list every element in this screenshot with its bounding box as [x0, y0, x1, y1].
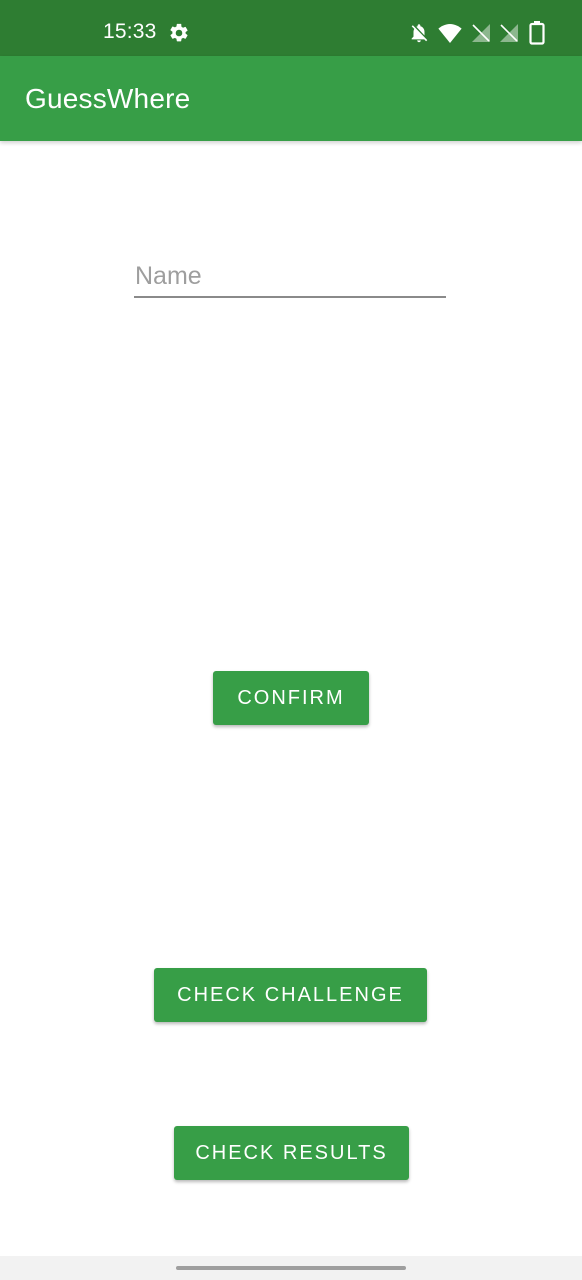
check-results-button[interactable]: CHECK RESULTS [174, 1126, 409, 1180]
confirm-button[interactable]: CONFIRM [213, 671, 369, 725]
no-signal-icon [472, 24, 490, 42]
gear-icon [170, 23, 188, 42]
wifi-icon [438, 24, 462, 43]
app-title: GuessWhere [25, 83, 191, 114]
app-bar: GuessWhere [0, 56, 582, 141]
status-bar: 15:33 [0, 0, 582, 56]
navigation-bar [0, 1256, 582, 1280]
bell-off-icon [411, 24, 428, 43]
check-challenge-button[interactable]: CHECK CHALLENGE [154, 968, 427, 1022]
battery-icon [529, 21, 545, 45]
name-input[interactable] [134, 258, 446, 298]
no-signal-icon [500, 24, 518, 42]
gesture-handle[interactable] [176, 1266, 406, 1270]
status-time: 15:33 [103, 20, 157, 43]
name-field [134, 258, 446, 298]
